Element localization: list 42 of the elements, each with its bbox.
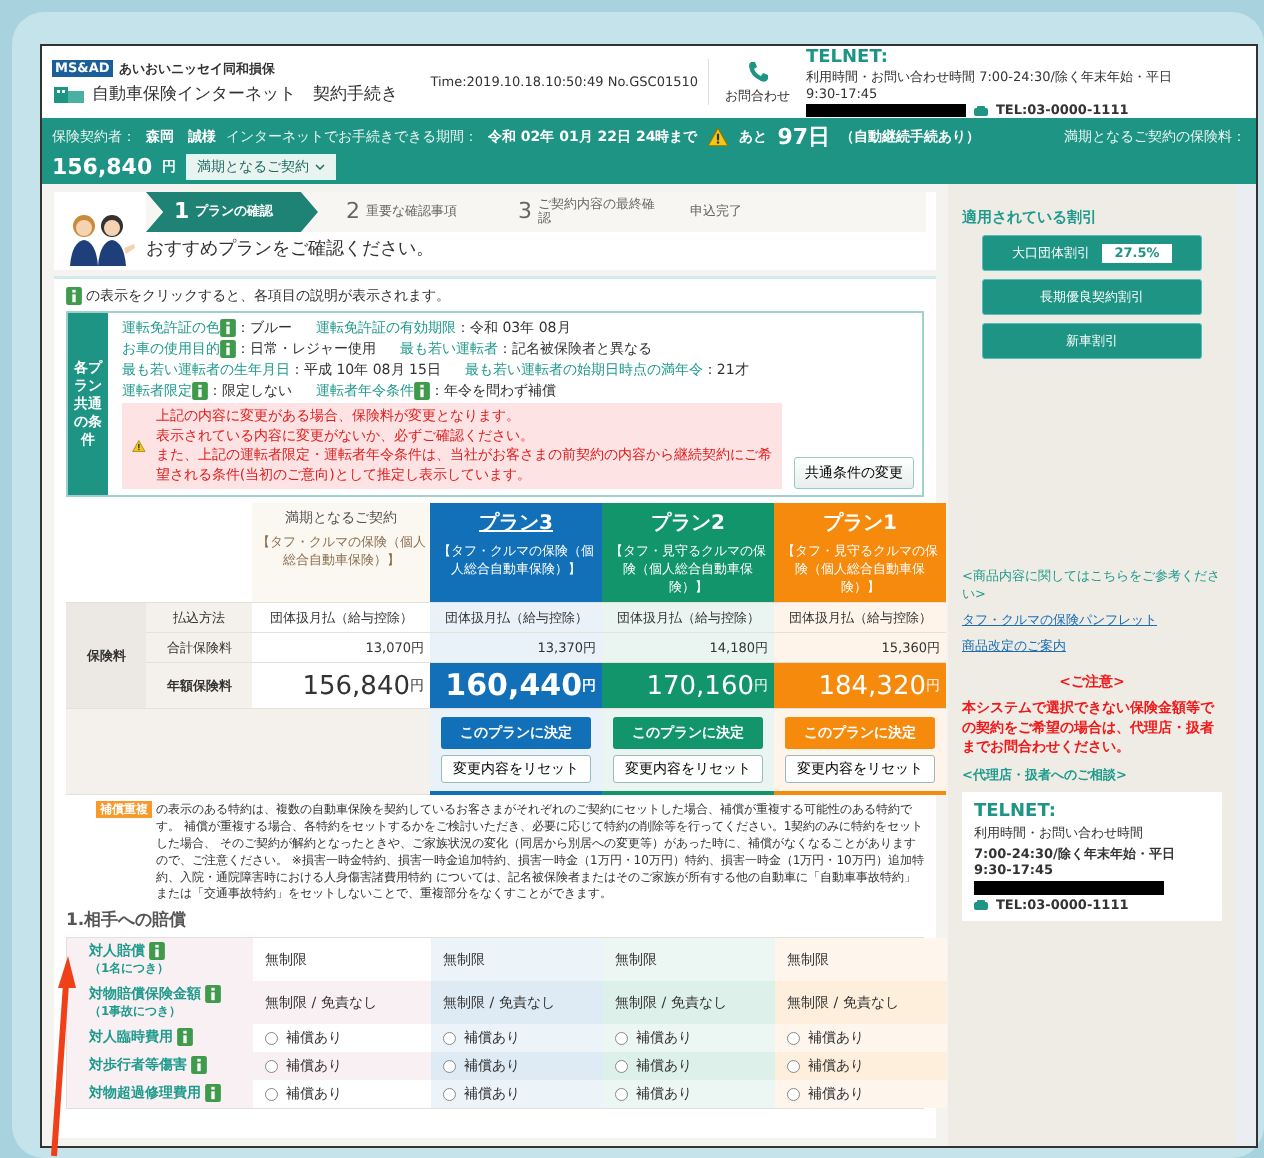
info-icon[interactable] bbox=[205, 1084, 221, 1103]
info-icon[interactable] bbox=[220, 319, 236, 337]
info-icon[interactable] bbox=[66, 287, 82, 305]
radio-button[interactable] bbox=[443, 1087, 456, 1101]
radio-button[interactable] bbox=[615, 1087, 628, 1101]
step-number: 1 bbox=[174, 199, 190, 225]
radio-button[interactable] bbox=[443, 1059, 456, 1073]
remaining-days: 97日 bbox=[777, 122, 831, 152]
warning-icon bbox=[132, 436, 146, 457]
plan-name: プラン3 bbox=[479, 509, 553, 537]
info-icon[interactable] bbox=[220, 340, 236, 358]
plan-name: プラン2 bbox=[651, 509, 725, 537]
info-icon[interactable] bbox=[149, 942, 165, 961]
radio-button[interactable] bbox=[787, 1031, 800, 1045]
phone-icon bbox=[974, 900, 988, 911]
radio-button[interactable] bbox=[787, 1087, 800, 1101]
radio-button[interactable] bbox=[443, 1031, 456, 1045]
chevron-down-icon bbox=[315, 164, 326, 170]
section-heading: 1.相手への賠償 bbox=[66, 908, 189, 932]
info-icon[interactable] bbox=[205, 985, 221, 1004]
info-icon[interactable] bbox=[191, 1056, 207, 1075]
telnet-title: TELNET: bbox=[974, 799, 1058, 821]
radio-button[interactable] bbox=[787, 1059, 800, 1073]
telnet-title: TELNET: bbox=[806, 46, 890, 67]
step-number: 3 bbox=[518, 199, 532, 225]
premium-amount: 156,840 bbox=[52, 154, 153, 180]
warning-icon bbox=[707, 127, 730, 147]
site-title: 自動車保険インターネット 契約手続き bbox=[92, 81, 398, 105]
building-icon bbox=[52, 83, 86, 103]
radio-button[interactable] bbox=[615, 1031, 628, 1045]
radio-button[interactable] bbox=[265, 1059, 278, 1073]
plan-name: プラン1 bbox=[823, 509, 897, 537]
radio-button[interactable] bbox=[265, 1031, 278, 1045]
radio-button[interactable] bbox=[615, 1059, 628, 1073]
info-icon[interactable] bbox=[177, 1028, 193, 1047]
step-number: 2 bbox=[346, 199, 360, 225]
radio-button[interactable] bbox=[265, 1087, 278, 1101]
info-icon[interactable] bbox=[414, 382, 430, 400]
page-heading: おすすめプランをご確認ください。 bbox=[146, 236, 436, 263]
scrollbar[interactable] bbox=[1236, 184, 1256, 1146]
phone-icon[interactable] bbox=[745, 59, 770, 84]
info-icon[interactable] bbox=[192, 382, 208, 400]
